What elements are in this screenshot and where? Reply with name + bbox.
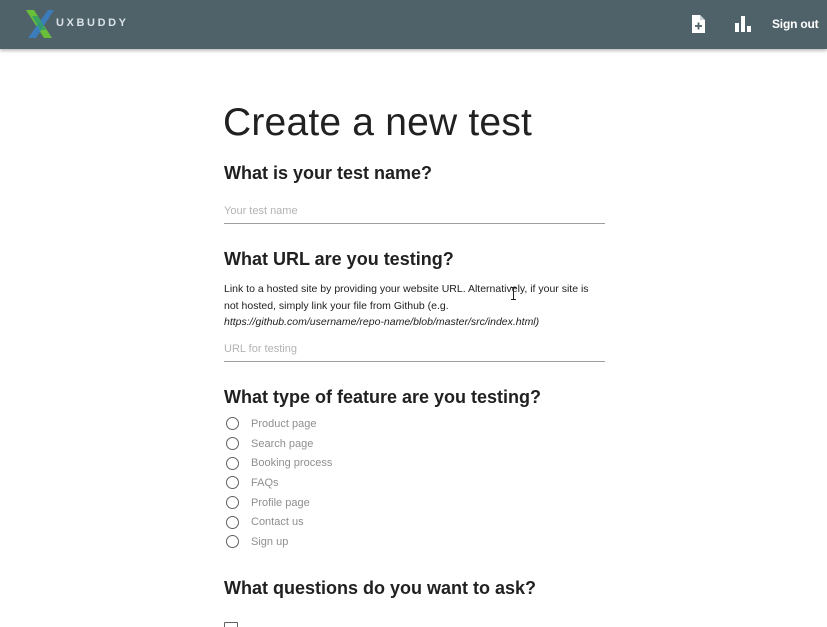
radio-button[interactable] [226, 456, 239, 470]
url-description: Link to a hosted site by providing your … [224, 281, 606, 331]
radio-option[interactable]: Sign up [226, 532, 332, 552]
feature-type-radio-group: Product page Search page Booking process… [226, 414, 332, 552]
radio-option[interactable]: FAQs [226, 473, 332, 493]
radio-label: Sign up [251, 535, 289, 548]
radio-option[interactable]: Booking process [226, 453, 332, 473]
test-name-heading: What is your test name? [224, 163, 433, 183]
url-heading: What URL are you testing? [224, 249, 454, 269]
radio-button[interactable] [226, 515, 239, 529]
radio-label: Profile page [251, 496, 310, 509]
file-plus-icon[interactable] [688, 14, 708, 34]
questions-heading: What questions do you want to ask? [224, 578, 537, 598]
bar-chart-icon[interactable] [733, 14, 753, 34]
radio-label: Booking process [251, 457, 333, 470]
top-navigation-bar: UXBUDDY Sign out [0, 0, 827, 49]
radio-option[interactable]: Search page [226, 434, 332, 454]
radio-button[interactable] [226, 476, 239, 490]
url-example: https://github.com/username/repo-name/bl… [224, 316, 540, 328]
test-name-input[interactable] [224, 198, 605, 224]
url-description-text: Link to a hosted site by providing your … [224, 283, 589, 312]
radio-label: FAQs [251, 476, 279, 489]
radio-button[interactable] [226, 437, 239, 451]
radio-button[interactable] [226, 496, 239, 510]
radio-button[interactable] [226, 535, 239, 549]
radio-label: Search page [251, 437, 314, 450]
uxbuddy-logo-icon[interactable] [22, 8, 56, 40]
radio-label: Contact us [251, 516, 304, 529]
sign-out-link[interactable]: Sign out [772, 17, 819, 31]
url-input[interactable] [224, 336, 605, 362]
page-title: Create a new test [223, 101, 533, 144]
feature-type-heading: What type of feature are you testing? [224, 387, 542, 407]
brand-name: UXBUDDY [56, 17, 129, 29]
question-checkbox[interactable] [224, 622, 238, 627]
radio-option[interactable]: Profile page [226, 493, 332, 513]
radio-label: Product page [251, 417, 317, 430]
text-cursor-icon [511, 287, 516, 300]
radio-button[interactable] [226, 417, 239, 431]
radio-option[interactable]: Contact us [226, 512, 332, 532]
radio-option[interactable]: Product page [226, 414, 332, 434]
